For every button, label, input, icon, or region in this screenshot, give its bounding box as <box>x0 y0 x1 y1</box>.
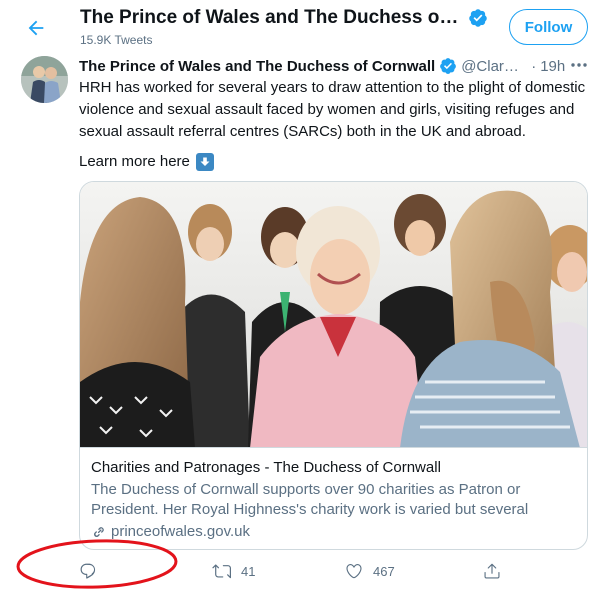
card-description: The Duchess of Cornwall supports over 90… <box>91 481 529 518</box>
author-handle[interactable]: @ClarenceHouse <box>461 58 527 75</box>
verified-badge-icon <box>469 9 487 27</box>
more-options-button[interactable] <box>567 56 591 74</box>
card-domain: princeofwales.gov.uk <box>111 523 250 540</box>
tweet-actions: 41 467 <box>79 557 509 585</box>
top-bar: The Prince of Wales and The Duchess of C… <box>0 0 607 53</box>
avatar-photo <box>21 56 68 103</box>
follow-button[interactable]: Follow <box>509 9 588 45</box>
card-image <box>80 182 587 448</box>
author-name[interactable]: The Prince of Wales and The Duchess of C… <box>79 58 435 75</box>
link-card[interactable]: Charities and Patronages - The Duchess o… <box>79 181 588 550</box>
down-arrow-emoji-icon <box>195 153 214 171</box>
share-button[interactable] <box>483 557 501 585</box>
card-title: Charities and Patronages - The Duchess o… <box>91 459 441 476</box>
like-icon <box>346 564 362 579</box>
back-button[interactable] <box>18 10 54 46</box>
learn-more-line: Learn more here <box>79 151 214 173</box>
tweet-count: 15.9K Tweets <box>80 33 153 47</box>
like-button[interactable]: 467 <box>345 557 395 585</box>
tweet-time[interactable]: 19h <box>540 58 565 75</box>
link-icon <box>94 527 104 537</box>
card-domain-row: princeofwales.gov.uk <box>91 522 578 542</box>
learn-more-text: Learn more here <box>79 153 190 170</box>
back-arrow-icon <box>28 20 44 36</box>
reply-button[interactable] <box>79 557 107 585</box>
retweet-button[interactable]: 41 <box>212 557 255 585</box>
profile-title: The Prince of Wales and The Duchess of C… <box>80 7 464 28</box>
retweet-count: 41 <box>241 563 256 579</box>
tweet-body: HRH has worked for several years to draw… <box>79 79 586 140</box>
share-icon <box>484 563 500 579</box>
card-body: Charities and Patronages - The Duchess o… <box>80 448 587 542</box>
separator-dot: · <box>531 57 537 75</box>
profile-header: The Prince of Wales and The Duchess of C… <box>80 6 492 47</box>
tweet-header: The Prince of Wales and The Duchess of C… <box>79 55 589 77</box>
verified-badge-icon <box>440 58 457 74</box>
reply-icon <box>80 563 96 579</box>
retweet-icon <box>212 563 231 578</box>
tweet-text: HRH has worked for several years to draw… <box>79 77 594 143</box>
avatar[interactable] <box>21 56 68 103</box>
like-count: 467 <box>373 563 395 579</box>
more-icon <box>571 63 587 67</box>
